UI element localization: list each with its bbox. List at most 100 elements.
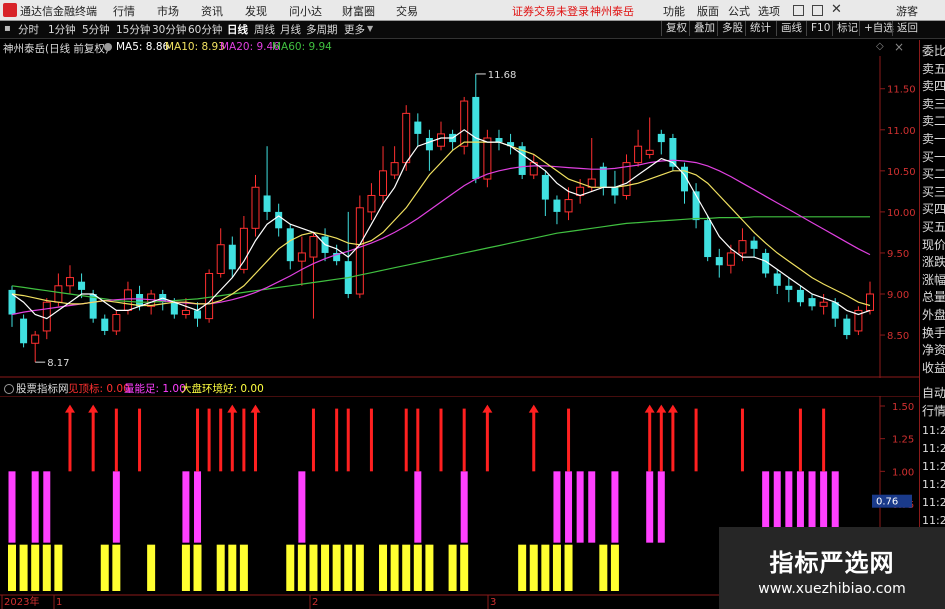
tab-5min[interactable]: 5分钟 (82, 22, 110, 37)
diamond-icon[interactable]: ◇ (876, 41, 884, 52)
back-button[interactable]: 返回 (892, 21, 922, 36)
quote-label-0: 委比 (922, 44, 945, 58)
candle-body-up (309, 236, 318, 258)
window-close-icon[interactable]: ✕ (831, 2, 842, 17)
menu-item-market[interactable]: 市场 (157, 3, 179, 19)
market-signal-bar (390, 544, 399, 591)
menu-item-ask[interactable]: 问小达 (289, 3, 322, 19)
checkbox-icon[interactable]: ▪ (4, 23, 11, 34)
auto-quote-label-0[interactable]: 自动 (922, 386, 945, 400)
menu-item-quotes[interactable]: 行情 (113, 3, 135, 19)
quote-label-14: 总量 (922, 290, 945, 305)
close-panel-icon[interactable]: × (894, 40, 904, 54)
candle-body-up (819, 301, 828, 307)
indicator-tick-label: 1.50 (892, 402, 914, 413)
quote-label-18: 收益 (922, 360, 945, 375)
top-signal-line (740, 408, 744, 472)
menu-item-options[interactable]: 选项 (758, 3, 780, 19)
f10-button[interactable]: F10 (806, 21, 834, 36)
top-signal-line (207, 408, 211, 472)
top-signal-arrow-icon (482, 404, 493, 413)
volume-signal-bar (414, 471, 422, 543)
quote-label-9: 买四 (922, 202, 945, 217)
market-signal-bar (332, 544, 341, 591)
tab-30min[interactable]: 30分钟 (152, 22, 186, 37)
guest-label[interactable]: 游客 (896, 3, 918, 19)
top-signal-line (230, 408, 234, 472)
indicator-settings-icon[interactable] (4, 384, 14, 394)
tab-monthly[interactable]: 月线 (280, 22, 301, 37)
watermark-title: 指标严选网 (769, 549, 895, 577)
indicator-tick-label: 1.00 (892, 467, 914, 478)
draw-button[interactable]: 画线 (776, 21, 806, 36)
market-signal-bar (181, 544, 190, 591)
menu-item-wealth[interactable]: 财富圈 (342, 3, 375, 19)
candle-body-up (634, 145, 643, 164)
ma5-line (11, 129, 871, 320)
x-axis-label: 2 (312, 597, 318, 608)
chart-title[interactable]: 神州泰岳(日线 前复权) (3, 41, 109, 56)
settings-dot-icon[interactable] (104, 43, 112, 51)
candle-body-down (20, 318, 28, 344)
login-status[interactable]: 证券交易未登录 (512, 3, 589, 19)
market-signal-bar (518, 544, 527, 591)
top-signal-arrow-icon (64, 404, 75, 413)
top-signal-line (659, 408, 663, 472)
tab-daily[interactable]: 日线 (227, 22, 248, 37)
mark-button[interactable]: 标记 (832, 21, 862, 36)
candle-body-down (843, 318, 851, 336)
window-minimize-icon[interactable] (793, 5, 804, 16)
x-axis-label: 1 (56, 597, 62, 608)
candle-body-up (437, 133, 445, 147)
tab-multi-period[interactable]: 多周期 (306, 22, 338, 37)
chevron-down-icon[interactable]: ▼ (367, 24, 373, 33)
candle-body-up (379, 170, 388, 196)
candle-body-down (8, 289, 16, 315)
tab-more[interactable]: 更多 (344, 22, 365, 37)
menu-item-trade[interactable]: 交易 (396, 3, 418, 19)
candle-body-up (31, 334, 40, 344)
candle-body-down (425, 138, 433, 151)
stock-name-top: 神州泰岳 (590, 5, 634, 18)
tab-15min[interactable]: 15分钟 (116, 22, 150, 37)
market-signal-bar (297, 544, 306, 591)
market-signal-bar (379, 544, 388, 591)
market-signal-bar (355, 544, 364, 591)
indicator-name[interactable]: 股票指标网 (16, 381, 69, 396)
candlestick-chart[interactable]: 11.50 11.00 10.50 10.00 9.50 9.00 8.50 11.68 8.1… (0, 56, 919, 378)
market-signal-bar (31, 544, 40, 591)
tab-60min[interactable]: 60分钟 (188, 22, 222, 37)
quote-side-panel: 委比 卖五 卖四 卖三 卖二 卖一 买一 买二 买三 买四 买五 现价 涨跌 涨幅 总量 外盘 换手 净资 收益 自动… (919, 40, 945, 609)
menu-item-formula[interactable]: 公式 (728, 3, 750, 19)
quote-label-12: 涨跌 (922, 255, 945, 270)
candle-body-down (657, 133, 665, 143)
quote-label-15: 外盘 (922, 308, 945, 322)
adjust-button[interactable]: 复权 (661, 21, 691, 36)
tab-timeshare[interactable]: 分时 (18, 22, 39, 37)
volume-signal-bar (112, 471, 120, 543)
window-restore-icon[interactable] (812, 5, 823, 16)
stats-button[interactable]: 统计 (745, 21, 775, 36)
top-signal-line (219, 408, 223, 472)
indicator-volume-label: 量能足: 1.00 (124, 383, 186, 395)
app-logo-icon (3, 3, 17, 17)
tab-weekly[interactable]: 周线 (254, 22, 275, 37)
menu-item-discover[interactable]: 发现 (245, 3, 267, 19)
top-signal-line (567, 408, 571, 472)
multi-stock-button[interactable]: 多股 (717, 21, 747, 36)
menu-item-function[interactable]: 功能 (663, 3, 685, 19)
quote-label-3: 卖三 (922, 96, 945, 111)
tab-1min[interactable]: 1分钟 (48, 22, 76, 37)
tick-time-2: 11:2 (922, 460, 945, 473)
menu-item-layout[interactable]: 版面 (697, 3, 719, 19)
overlay-button[interactable]: 叠加 (689, 21, 719, 36)
market-signal-bar (448, 544, 457, 591)
menu-item-news[interactable]: 资讯 (201, 3, 223, 19)
auto-quote-label-1[interactable]: 行情 (922, 404, 945, 418)
market-signal-bar (564, 544, 573, 591)
top-signal-arrow-icon (528, 404, 539, 413)
current-value-label: 0.76 (876, 497, 898, 508)
candle-body-up (216, 244, 225, 274)
top-signal-arrow-icon (667, 404, 678, 413)
volume-signal-bar (460, 471, 468, 543)
